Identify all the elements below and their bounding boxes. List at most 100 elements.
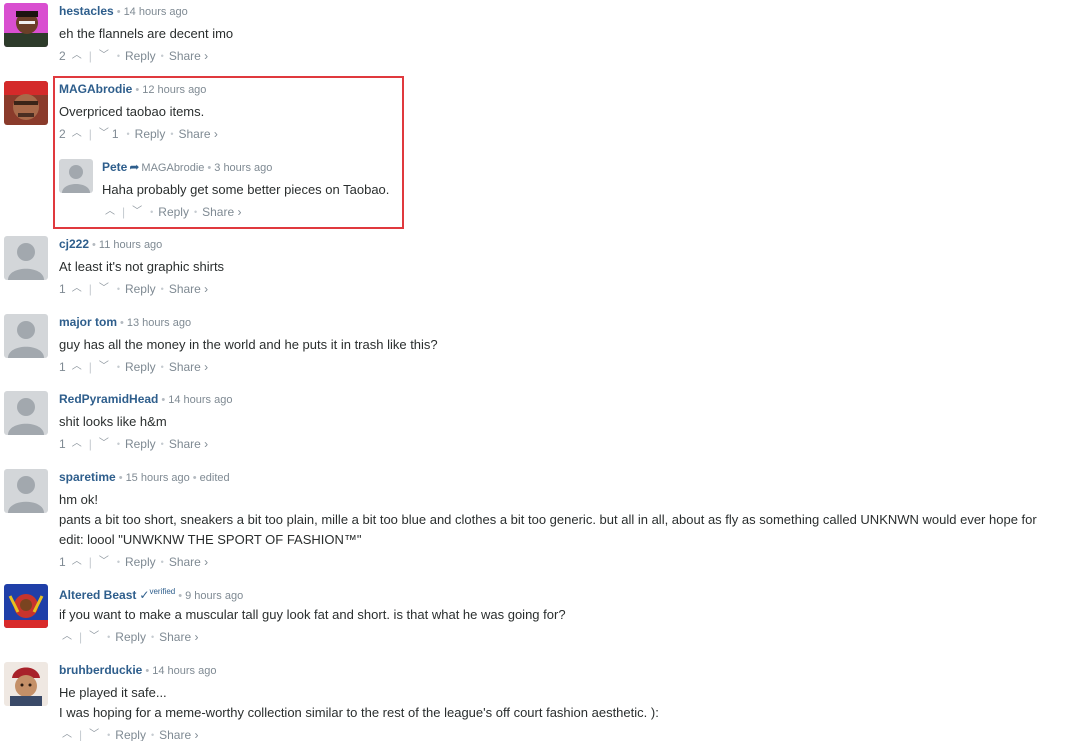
- avatar[interactable]: [4, 314, 48, 358]
- chevron-up-icon[interactable]: ︿: [69, 435, 85, 453]
- chevron-down-icon[interactable]: ﹀: [96, 47, 112, 65]
- comment-body: major tom • 13 hours ago guy has all the m…: [59, 314, 1080, 375]
- comment-body: Altered Beast ✓verified • 9 hours ago if yo…: [59, 584, 1080, 645]
- author-name[interactable]: major tom: [59, 315, 117, 329]
- action-separator: •: [116, 361, 120, 372]
- comment-actions: 1 ︿ | ﹀ • Reply • Share ›: [59, 552, 1080, 570]
- comment-actions: 1 ︿ | ﹀ • Reply • Share ›: [59, 279, 1080, 297]
- checkmark-icon: ✓: [139, 588, 150, 602]
- action-separator: •: [107, 729, 111, 740]
- avatar[interactable]: [4, 662, 48, 706]
- chevron-up-icon[interactable]: ︿: [69, 280, 85, 298]
- vote-divider: |: [88, 281, 92, 296]
- timestamp[interactable]: 15 hours ago: [126, 472, 190, 484]
- avatar[interactable]: [4, 584, 48, 628]
- author-name[interactable]: sparetime: [59, 470, 116, 484]
- timestamp[interactable]: 14 hours ago: [124, 6, 188, 18]
- comment-line: edit: loool "UNWKNW THE SPORT OF FASHION…: [59, 532, 362, 547]
- share-button[interactable]: Share ›: [169, 47, 208, 65]
- meta-separator: •: [178, 590, 183, 602]
- reply-button[interactable]: Reply: [125, 47, 156, 65]
- verified-badge: verified: [149, 587, 176, 596]
- action-separator: •: [116, 438, 120, 449]
- comment-meta: bruhberduckie • 14 hours ago: [59, 662, 1080, 678]
- comment-text: if you want to make a muscular tall guy …: [59, 605, 1080, 625]
- reply-button[interactable]: Reply: [125, 553, 156, 571]
- author-name[interactable]: hestacles: [59, 4, 114, 18]
- upvote-count: 1: [59, 281, 66, 296]
- action-separator: •: [116, 556, 120, 567]
- avatar[interactable]: [4, 391, 48, 435]
- chevron-down-icon[interactable]: ﹀: [96, 358, 112, 376]
- comment-actions: 1 ︿ | ﹀ • Reply • Share ›: [59, 357, 1080, 375]
- timestamp[interactable]: 9 hours ago: [185, 590, 243, 602]
- timestamp[interactable]: 14 hours ago: [168, 394, 232, 406]
- timestamp[interactable]: 13 hours ago: [127, 317, 191, 329]
- upvote-count: 1: [59, 436, 66, 451]
- reply-button[interactable]: Reply: [115, 628, 146, 646]
- author-name[interactable]: Altered Beast: [59, 588, 136, 602]
- avatar[interactable]: [4, 469, 48, 513]
- comment-line: pants a bit too short, sneakers a bit to…: [59, 512, 1037, 527]
- comment-text: guy has all the money in the world and h…: [59, 335, 1080, 355]
- chevron-down-icon[interactable]: ﹀: [96, 280, 112, 298]
- share-button[interactable]: Share ›: [169, 280, 208, 298]
- share-button[interactable]: Share ›: [159, 628, 198, 646]
- avatar[interactable]: [4, 236, 48, 280]
- reply-button[interactable]: Reply: [125, 358, 156, 376]
- author-name[interactable]: bruhberduckie: [59, 663, 142, 677]
- comment-line: eh the flannels are decent imo: [59, 26, 234, 41]
- comment-text: shit looks like h&m: [59, 412, 1080, 432]
- upvote-count: 1: [59, 359, 66, 374]
- share-button[interactable]: Share ›: [169, 553, 208, 571]
- author-name[interactable]: cj222: [59, 237, 89, 251]
- avatar[interactable]: [4, 3, 48, 47]
- share-button[interactable]: Share ›: [169, 435, 208, 453]
- meta-separator: •: [161, 394, 166, 406]
- author-name[interactable]: RedPyramidHead: [59, 392, 158, 406]
- chevron-down-icon[interactable]: ﹀: [86, 628, 102, 646]
- chevron-down-icon[interactable]: ﹀: [96, 553, 112, 571]
- meta-separator: •: [192, 472, 197, 484]
- chevron-down-icon[interactable]: ﹀: [96, 435, 112, 453]
- vote-divider: |: [88, 554, 92, 569]
- vote-divider: |: [88, 436, 92, 451]
- action-separator: •: [116, 283, 120, 294]
- chevron-up-icon[interactable]: ︿: [59, 628, 75, 646]
- comment-thread: hestacles • 14 hours ago eh the flannels a…: [0, 0, 1080, 741]
- chevron-up-icon[interactable]: ︿: [69, 358, 85, 376]
- action-separator: •: [160, 438, 164, 449]
- highlight-box: [53, 76, 404, 229]
- action-separator: •: [160, 50, 164, 61]
- comment-line: shit looks like h&m: [59, 414, 167, 429]
- meta-separator: •: [120, 317, 124, 329]
- action-separator: •: [160, 283, 164, 294]
- share-button[interactable]: Share ›: [169, 358, 208, 376]
- share-button[interactable]: Share ›: [159, 726, 198, 741]
- comment-actions: 2 ︿ | ﹀ • Reply • Share ›: [59, 46, 1080, 64]
- upvote-count: 2: [59, 48, 66, 63]
- comment-body: cj222 • 11 hours ago At least it's not gra…: [59, 236, 1080, 297]
- comment-text: He played it safe... I was hoping for a …: [59, 683, 1080, 723]
- timestamp[interactable]: 11 hours ago: [99, 239, 162, 251]
- vote-divider: |: [79, 629, 83, 644]
- reply-button[interactable]: Reply: [115, 726, 146, 741]
- avatar[interactable]: [4, 81, 48, 125]
- action-separator: •: [107, 631, 111, 642]
- chevron-up-icon[interactable]: ︿: [69, 47, 85, 65]
- chevron-up-icon[interactable]: ︿: [69, 553, 85, 571]
- comment-line: if you want to make a muscular tall guy …: [59, 607, 566, 622]
- comment-text: eh the flannels are decent imo: [59, 24, 1080, 44]
- chevron-down-icon[interactable]: ﹀: [86, 726, 102, 741]
- chevron-up-icon[interactable]: ︿: [59, 726, 75, 741]
- comment-line: At least it's not graphic shirts: [59, 259, 225, 274]
- timestamp[interactable]: 14 hours ago: [152, 665, 216, 677]
- reply-button[interactable]: Reply: [125, 280, 156, 298]
- comment-meta: RedPyramidHead • 14 hours ago: [59, 391, 1080, 407]
- comment-line: He played it safe...: [59, 685, 167, 700]
- comment-meta: Altered Beast ✓verified • 9 hours ago: [59, 584, 1080, 602]
- comment-line: I was hoping for a meme-worthy collectio…: [59, 705, 659, 720]
- vote-divider: |: [88, 359, 92, 374]
- comment-body: RedPyramidHead • 14 hours ago shit looks l…: [59, 391, 1080, 452]
- reply-button[interactable]: Reply: [125, 435, 156, 453]
